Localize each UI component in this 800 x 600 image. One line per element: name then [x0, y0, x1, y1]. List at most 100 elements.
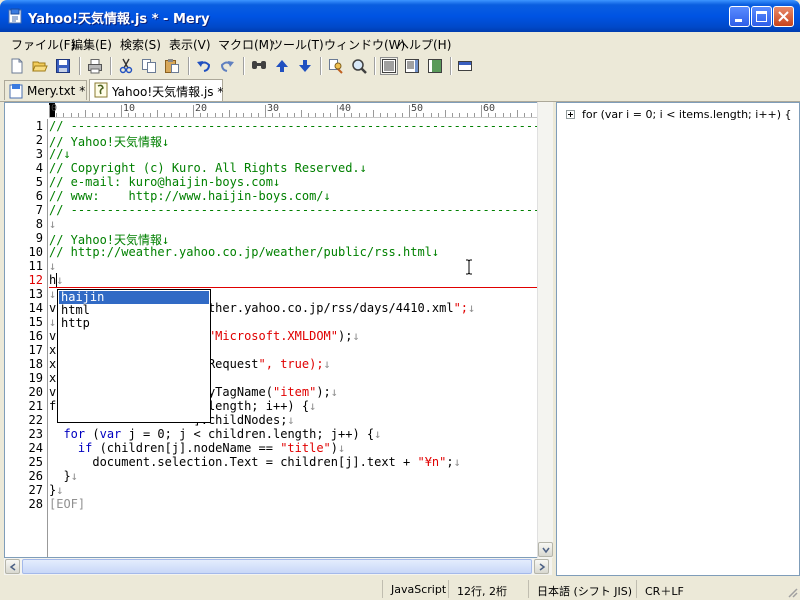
ruler-tick [250, 113, 252, 117]
wrap-column-button[interactable] [426, 57, 444, 75]
replace-button[interactable] [327, 57, 345, 75]
scroll-down-button[interactable] [538, 542, 553, 557]
scroll-left-button[interactable] [5, 559, 20, 574]
code-line[interactable]: // Yahoo!天気情報↓ [49, 231, 169, 247]
open-folder-icon [32, 61, 48, 72]
ruler-tick [185, 113, 187, 117]
code-line[interactable]: if (children[j].nodeName == "title")↓ [49, 441, 345, 455]
menu-help[interactable]: ヘルプ(H) [397, 36, 451, 53]
line-number: 9 [35, 231, 43, 245]
menu-view[interactable]: 表示(V) [169, 36, 211, 53]
status-line-ending[interactable]: CR＋LF [636, 580, 702, 598]
scroll-right-button[interactable] [534, 559, 549, 574]
print-button[interactable] [86, 57, 104, 75]
autocomplete-item[interactable]: http [59, 317, 209, 330]
code-line[interactable]: // Copyright (c) Kuro. All Rights Reserv… [49, 161, 367, 175]
code-line[interactable]: ↓ [49, 217, 56, 231]
autocomplete-popup[interactable]: haijin html http [57, 289, 211, 423]
ruler-tick [279, 113, 281, 117]
title-bar[interactable]: Yahoo!天気情報.js * - Mery [0, 0, 800, 32]
save-button[interactable] [54, 57, 72, 75]
ruler-tick [322, 113, 324, 117]
menu-window[interactable]: ウィンドウ(W) [324, 36, 405, 53]
code-line[interactable]: // -------------------------------------… [49, 119, 540, 133]
show-ruler-button[interactable] [456, 57, 474, 75]
menu-search[interactable]: 検索(S) [120, 36, 161, 53]
horizontal-scrollbar[interactable] [4, 558, 552, 575]
resize-grip-icon[interactable] [786, 586, 798, 598]
code-line[interactable]: // www: http://www.haijin-boys.com/↓ [49, 189, 331, 203]
code-line[interactable]: // Yahoo!天気情報↓ [49, 133, 169, 149]
cut-button[interactable] [117, 57, 135, 75]
current-line-underline [49, 287, 539, 288]
code-line[interactable]: //↓ [49, 147, 71, 161]
copy-button[interactable] [140, 57, 158, 75]
app-icon[interactable] [7, 8, 23, 24]
code-line[interactable]: // http://weather.yahoo.co.jp/weather/pu… [49, 245, 439, 259]
status-encoding[interactable]: 日本語 (シフト JIS) [528, 580, 636, 598]
save-icon [56, 59, 70, 73]
code-line[interactable]: document.selection.Text = children[j].te… [49, 455, 461, 469]
code-line[interactable]: }↓ [49, 483, 63, 497]
code-line[interactable]: x [49, 371, 56, 385]
code-line[interactable]: [EOF] [49, 497, 85, 511]
horizontal-scroll-thumb[interactable] [22, 559, 532, 574]
menu-tools[interactable]: ツール(T) [271, 36, 324, 53]
menu-file[interactable]: ファイル(F) [11, 36, 75, 53]
line-number: 24 [28, 441, 43, 455]
outline-item[interactable]: for (var i = 0; i < items.length; i++) { [582, 108, 792, 121]
ruler-tick [106, 113, 108, 117]
undo-button[interactable] [195, 57, 213, 75]
ruler-tick [121, 105, 122, 117]
wrap-window-button[interactable] [403, 57, 421, 75]
toolbar-separator [374, 57, 376, 75]
code-line[interactable]: ↓ [49, 315, 56, 329]
paste-button[interactable] [163, 57, 181, 75]
ruler-tick [373, 110, 374, 117]
open-file-button[interactable] [31, 57, 49, 75]
code-line[interactable]: // -------------------------------------… [49, 203, 540, 217]
tab-bar: Mery.txt * Yahoo!天気情報.js * [0, 79, 800, 102]
find-button[interactable] [250, 57, 268, 75]
code-line[interactable]: // e-mail: kuro@haijin-boys.com↓ [49, 175, 280, 189]
find-previous-button[interactable] [273, 57, 291, 75]
line-number: 23 [28, 427, 43, 441]
ruler-tick [459, 113, 461, 117]
ruler-tick [135, 113, 137, 117]
app-icon [9, 84, 23, 99]
ruler-tick [452, 113, 454, 117]
ruler-tick [99, 113, 101, 117]
tab-mery-txt[interactable]: Mery.txt * [4, 80, 87, 100]
code-line[interactable]: ↓ [49, 259, 56, 273]
ruler-tick [207, 113, 209, 117]
ruler-tick [85, 110, 86, 117]
menu-macro[interactable]: マクロ(M) [218, 36, 274, 53]
ruler-tick [473, 113, 475, 117]
outline-panel[interactable]: for (var i = 0; i < items.length; i++) { [556, 102, 800, 576]
word-wrap-button[interactable] [380, 57, 398, 75]
search-files-button[interactable] [350, 57, 368, 75]
chevron-down-icon [542, 547, 550, 554]
line-number: 12 [28, 273, 43, 287]
expand-icon[interactable] [566, 110, 575, 119]
copy-icon [142, 59, 156, 73]
redo-button[interactable] [218, 57, 236, 75]
code-line[interactable]: ↓ [49, 287, 56, 301]
code-line[interactable]: }↓ [49, 469, 77, 483]
code-line[interactable]: for (var j = 0; j < children.length; j++… [49, 427, 381, 441]
ruler-number: 50 [411, 103, 424, 114]
code-line[interactable]: x [49, 343, 56, 357]
find-next-button[interactable] [296, 57, 314, 75]
vertical-scrollbar[interactable] [537, 102, 554, 558]
new-file-button[interactable] [8, 57, 26, 75]
tab-yahoo-js[interactable]: Yahoo!天気情報.js * [89, 79, 223, 101]
close-button[interactable] [773, 6, 794, 27]
menu-edit[interactable]: 編集(E) [71, 36, 112, 53]
maximize-button[interactable] [751, 6, 772, 27]
text-caret [56, 273, 58, 287]
close-icon [778, 11, 789, 22]
line-number: 10 [28, 245, 43, 259]
minimize-button[interactable] [729, 6, 750, 27]
toolbar [0, 54, 800, 78]
status-language[interactable]: JavaScript [382, 580, 448, 598]
